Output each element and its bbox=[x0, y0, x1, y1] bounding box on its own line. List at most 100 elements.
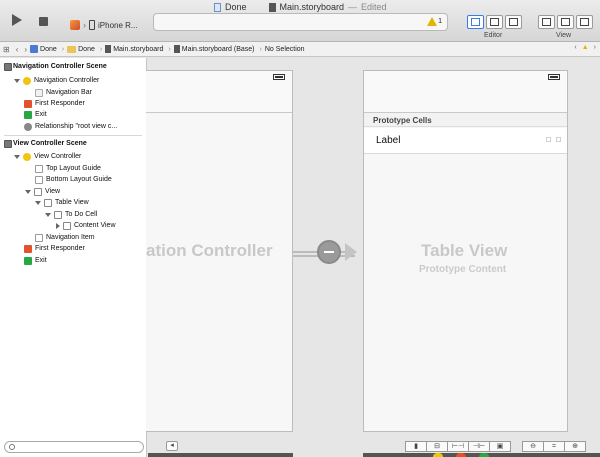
zoom-reset-button[interactable]: = bbox=[543, 441, 565, 452]
scene-divider bbox=[4, 135, 142, 136]
cell-label[interactable]: Label bbox=[376, 135, 400, 146]
align-button[interactable]: ▮ bbox=[405, 441, 427, 452]
search-icon bbox=[9, 444, 15, 450]
standard-editor-icon bbox=[471, 18, 480, 26]
embed-button[interactable]: ▣ bbox=[489, 441, 511, 452]
run-button[interactable] bbox=[12, 14, 22, 26]
content-view-icon bbox=[63, 221, 71, 230]
breadcrumb-selection[interactable]: No Selection bbox=[265, 46, 307, 53]
outline-toggle-button[interactable]: ◂ bbox=[166, 441, 178, 451]
project-icon bbox=[30, 45, 39, 53]
breadcrumb-project[interactable]: Done bbox=[30, 45, 59, 53]
navigator-toggle-button[interactable] bbox=[538, 15, 555, 29]
outline-table-view[interactable]: Table View bbox=[35, 197, 89, 208]
stop-button[interactable] bbox=[39, 17, 48, 26]
storyboard-canvas[interactable]: ation Controller Prototype Cells Label T… bbox=[146, 58, 600, 457]
outline-exit[interactable]: Exit bbox=[24, 109, 47, 120]
breadcrumb-file[interactable]: Main.storyboard bbox=[105, 45, 165, 53]
breadcrumb-base[interactable]: Main.storyboard (Base) bbox=[173, 45, 257, 53]
zoom-out-button[interactable]: ⊖ bbox=[522, 441, 544, 452]
cell-handles bbox=[546, 137, 561, 142]
pin-button[interactable]: ⊟ bbox=[426, 441, 448, 452]
navigation-controller-icon bbox=[23, 76, 31, 85]
exit-icon[interactable] bbox=[479, 453, 489, 457]
breadcrumb-separator-icon: › bbox=[259, 45, 262, 53]
exit-icon bbox=[24, 110, 32, 119]
disclosure-triangle-icon[interactable] bbox=[35, 200, 41, 205]
outline-label: Navigation Item bbox=[46, 234, 95, 241]
navigation-bar-icon bbox=[35, 88, 43, 97]
disclosure-triangle-icon[interactable] bbox=[45, 212, 51, 217]
scheme-selector[interactable]: › iPhone R... bbox=[70, 18, 138, 32]
disclosure-triangle-icon[interactable] bbox=[14, 154, 20, 159]
outline-to-do-cell[interactable]: To Do Cell bbox=[45, 209, 97, 220]
resize-handle-icon[interactable] bbox=[556, 137, 561, 142]
relationship-segue-icon bbox=[24, 122, 32, 131]
outline-view[interactable]: View bbox=[25, 186, 60, 197]
chevron-left-icon[interactable]: ‹ bbox=[574, 44, 576, 51]
outline-label: To Do Cell bbox=[65, 211, 98, 218]
outline-relationship[interactable]: Relationship "root view c... bbox=[24, 121, 117, 132]
outline-label: Exit bbox=[35, 111, 47, 118]
outline-label: Top Layout Guide bbox=[46, 165, 101, 172]
warning-outline-icon[interactable]: ▲ bbox=[582, 44, 589, 51]
outline-bottom-layout-guide[interactable]: Bottom Layout Guide bbox=[35, 174, 112, 185]
disclosure-triangle-icon[interactable] bbox=[25, 189, 31, 194]
resize-handle-icon[interactable] bbox=[546, 137, 551, 142]
back-arrow-icon[interactable]: ‹ bbox=[13, 45, 22, 54]
navigation-controller-scene[interactable]: ation Controller bbox=[146, 70, 293, 432]
standard-editor-button[interactable] bbox=[467, 15, 484, 29]
segue-arrow-icon bbox=[345, 243, 357, 261]
assistant-editor-button[interactable] bbox=[486, 15, 503, 29]
window-title: Done Main.storyboard — Edited bbox=[214, 2, 387, 12]
utilities-toggle-button[interactable] bbox=[576, 15, 593, 29]
forward-arrow-icon[interactable]: › bbox=[21, 45, 30, 54]
folder-icon bbox=[67, 45, 77, 53]
first-responder-icon[interactable] bbox=[456, 453, 466, 457]
warning-icon bbox=[427, 17, 438, 26]
chevron-right-icon[interactable]: › bbox=[594, 44, 596, 51]
prototype-cell[interactable]: Label bbox=[364, 128, 567, 154]
outline-nav-controller[interactable]: Navigation Controller bbox=[14, 75, 99, 86]
disclosure-triangle-icon[interactable] bbox=[56, 222, 60, 229]
outline-label: Bottom Layout Guide bbox=[46, 176, 112, 183]
view-controller-icon[interactable] bbox=[433, 453, 443, 457]
table-view-scene[interactable]: Prototype Cells Label Table View Prototy… bbox=[363, 70, 568, 432]
outline-nav-bar[interactable]: Navigation Bar bbox=[35, 87, 92, 98]
breadcrumb-folder[interactable]: Done bbox=[67, 45, 97, 53]
outline-view-controller[interactable]: View Controller bbox=[14, 151, 81, 162]
zoom-in-button[interactable]: ⊕ bbox=[564, 441, 586, 452]
disclosure-triangle-icon[interactable] bbox=[14, 78, 20, 83]
scheme-device-label: iPhone R... bbox=[98, 20, 138, 30]
outline-first-responder[interactable]: First Responder bbox=[24, 98, 85, 109]
file-name: Main.storyboard bbox=[279, 2, 345, 12]
scene-dock bbox=[148, 453, 293, 457]
outline-navigation-item[interactable]: Navigation Item bbox=[35, 232, 95, 243]
outline-nav-scene[interactable]: Navigation Controller Scene bbox=[4, 61, 107, 72]
outline-label: View Controller Scene bbox=[13, 140, 87, 147]
debug-area-toggle-button[interactable] bbox=[557, 15, 574, 29]
table-view-subtitle: Prototype Content bbox=[419, 264, 507, 275]
outline-content-view[interactable]: Content View bbox=[56, 220, 116, 231]
layout-guide-icon bbox=[35, 175, 43, 184]
debug-panel-icon bbox=[561, 18, 570, 26]
resizing-button[interactable]: ⊣⊢ bbox=[468, 441, 490, 452]
view-controls bbox=[538, 15, 593, 29]
relationship-segue-icon[interactable] bbox=[317, 240, 341, 264]
warning-badge[interactable]: 1 bbox=[427, 17, 442, 26]
navigation-bar[interactable] bbox=[364, 71, 567, 113]
outline-filter-field[interactable] bbox=[4, 441, 144, 453]
outline-exit[interactable]: Exit bbox=[24, 255, 47, 266]
view-controller-icon bbox=[23, 152, 31, 161]
utilities-panel-icon bbox=[580, 18, 589, 26]
outline-first-responder[interactable]: First Responder bbox=[24, 243, 85, 254]
resolve-issues-button[interactable]: ⊢⊣ bbox=[447, 441, 469, 452]
related-items-icon[interactable]: ⊞ bbox=[0, 45, 13, 54]
canvas-bottom-bar: ◂ ▮ ⊟ ⊢⊣ ⊣⊢ ▣ ⊖ = ⊕ bbox=[148, 439, 600, 457]
autolayout-controls: ▮ ⊟ ⊢⊣ ⊣⊢ ▣ bbox=[405, 441, 511, 452]
outline-vc-scene[interactable]: View Controller Scene bbox=[4, 138, 87, 149]
outline-top-layout-guide[interactable]: Top Layout Guide bbox=[35, 163, 101, 174]
outline-label: View Controller bbox=[34, 153, 82, 160]
navigation-controller-title: ation Controller bbox=[146, 241, 273, 260]
version-editor-button[interactable] bbox=[505, 15, 522, 29]
